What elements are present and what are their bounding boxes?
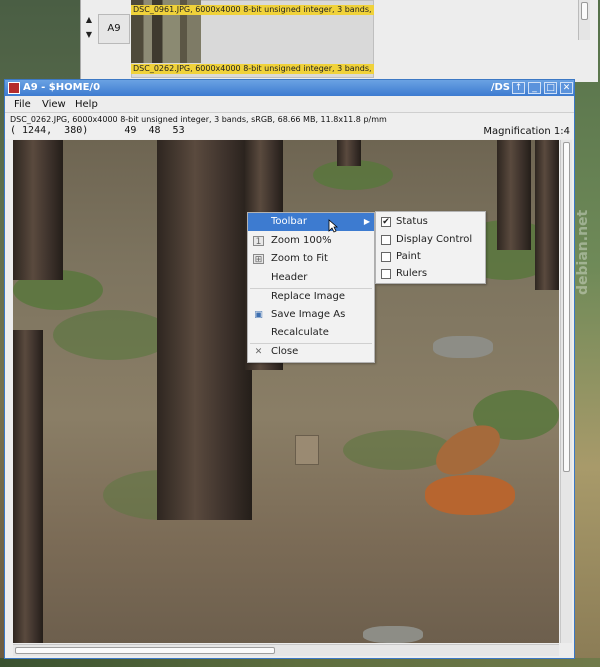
rock (433, 336, 493, 358)
tree-trunk (13, 140, 63, 280)
maximize-button[interactable]: □ (544, 82, 557, 94)
row-label[interactable]: A9 (98, 14, 130, 44)
submenu-item-label: Display Control (396, 234, 473, 245)
submenu-item-label: Rulers (396, 268, 428, 279)
arrow-up-icon[interactable]: ▲ (82, 12, 96, 27)
menu-item-label: Zoom 100% (271, 235, 332, 246)
menu-item-toolbar[interactable]: Toolbar ▶ (248, 213, 374, 231)
raise-button[interactable]: ↑ (512, 82, 525, 94)
grass-patch (53, 310, 173, 360)
squirrel (425, 475, 515, 515)
tree-trunk (535, 140, 559, 290)
title-bar[interactable]: A9 - $HOME/0 /DS ↑ _ □ ✕ (5, 80, 574, 96)
menu-item-zoom-to-fit[interactable]: ⊞ Zoom to Fit (248, 250, 374, 268)
desktop-background-bottom (0, 658, 600, 667)
checkbox-icon[interactable] (381, 252, 391, 262)
arrow-down-icon[interactable]: ▼ (82, 27, 96, 42)
minimize-button[interactable]: _ (528, 82, 541, 94)
zoom-100-icon: 1 (253, 236, 264, 247)
image-window: A9 - $HOME/0 /DS ↑ _ □ ✕ File View Help … (4, 79, 575, 659)
tree-trunk (157, 140, 252, 520)
submenu-item-paint[interactable]: Paint (376, 248, 485, 265)
menu-item-label: Recalculate (271, 327, 329, 338)
window-title-path: /DS (490, 82, 510, 93)
menu-bar: File View Help (5, 96, 574, 113)
zoom-fit-icon: ⊞ (253, 254, 264, 265)
menu-item-recalculate[interactable]: Recalculate (248, 324, 374, 342)
tree-trunk (13, 330, 43, 643)
menu-item-label: Replace Image (271, 291, 346, 302)
menu-view[interactable]: View (42, 98, 66, 111)
submenu-arrow-icon: ▶ (363, 217, 370, 226)
checkbox-checked-icon[interactable]: ✔ (381, 217, 391, 227)
window-title: A9 - $HOME/0 (23, 82, 101, 93)
menu-item-label: Close (271, 346, 299, 357)
tree-trunk (337, 140, 361, 166)
pixel-readout: ( 1244, 380) 49 48 53 (10, 125, 185, 136)
mouse-pointer-icon (328, 219, 338, 233)
close-window-button[interactable]: ✕ (560, 82, 573, 94)
watermark-text: debian.net (575, 210, 591, 296)
tree-stump (295, 435, 319, 465)
context-menu: Toolbar ▶ 1 Zoom 100% ⊞ Zoom to Fit Head… (247, 212, 375, 363)
row-scroll-arrows[interactable]: ▲ ▼ (82, 12, 96, 42)
menu-item-zoom-100[interactable]: 1 Zoom 100% (248, 232, 374, 250)
magnification-label: Magnification 1:4 (483, 126, 570, 137)
submenu-item-status[interactable]: ✔ Status (376, 213, 485, 230)
thumbnail-caption: DSC_0262.JPG, 6000x4000 8-bit unsigned i… (131, 64, 374, 74)
submenu-item-label: Status (396, 216, 428, 227)
menu-item-header[interactable]: Header (248, 269, 374, 287)
submenu-item-rulers[interactable]: Rulers (376, 265, 485, 282)
toolbar-submenu: ✔ Status Display Control Paint Rulers (375, 211, 486, 284)
scrollbar-thumb[interactable] (15, 647, 275, 654)
menu-item-label: Header (271, 272, 308, 283)
checkbox-icon[interactable] (381, 235, 391, 245)
app-icon[interactable] (8, 82, 20, 94)
thumbnail-caption: DSC_0961.JPG, 6000x4000 8-bit unsigned i… (131, 5, 374, 15)
submenu-item-label: Paint (396, 251, 421, 262)
menu-item-label: Save Image As (271, 309, 346, 320)
rock (363, 626, 423, 643)
status-bar: DSC_0262.JPG, 6000x4000 8-bit unsigned i… (5, 113, 574, 139)
horizontal-scrollbar[interactable] (13, 644, 559, 656)
menu-file[interactable]: File (14, 98, 31, 111)
menu-item-close[interactable]: ✕ Close (248, 343, 374, 361)
scrollbar-thumb[interactable] (563, 142, 570, 472)
checkbox-icon[interactable] (381, 269, 391, 279)
menu-item-save-image-as[interactable]: ▣ Save Image As (248, 306, 374, 324)
workspace-scrollbar[interactable] (578, 0, 590, 40)
save-icon: ▣ (254, 310, 263, 320)
close-icon: ✕ (254, 347, 263, 357)
menu-item-label: Toolbar (271, 216, 308, 227)
image-info: DSC_0262.JPG, 6000x4000 8-bit unsigned i… (10, 115, 387, 124)
submenu-item-display-control[interactable]: Display Control (376, 231, 485, 248)
scrollbar-thumb[interactable] (581, 2, 588, 20)
menu-help[interactable]: Help (75, 98, 98, 111)
tree-trunk (497, 140, 531, 250)
vertical-scrollbar[interactable] (560, 140, 572, 643)
menu-item-label: Zoom to Fit (271, 253, 328, 264)
menu-item-replace-image[interactable]: Replace Image (248, 288, 374, 306)
